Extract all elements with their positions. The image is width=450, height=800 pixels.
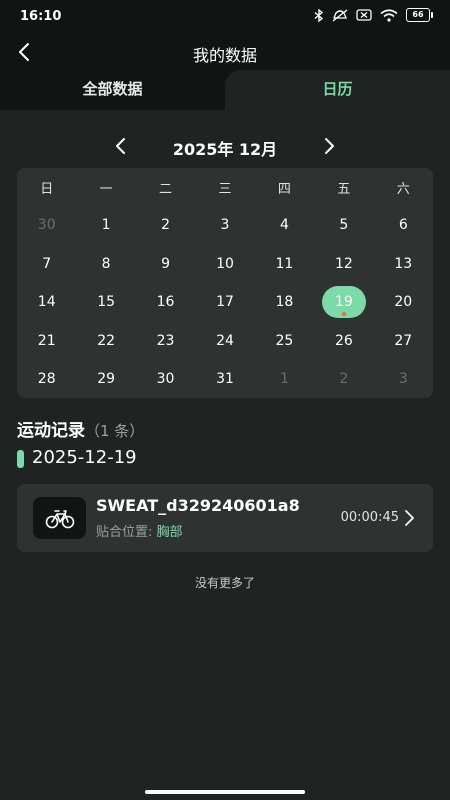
calendar-day[interactable]: 17	[195, 283, 254, 322]
calendar-day[interactable]: 1	[76, 206, 135, 245]
calendar-day[interactable]: 3	[195, 206, 254, 245]
calendar-day[interactable]: 29	[76, 360, 135, 399]
calendar-day[interactable]: 8	[76, 245, 135, 284]
weekday-label: 一	[99, 181, 113, 197]
header: 我的数据	[0, 34, 450, 70]
calendar-day[interactable]: 28	[17, 360, 76, 399]
calendar-day[interactable]: 26	[314, 322, 373, 361]
next-month-button[interactable]	[320, 136, 338, 160]
calendar-day[interactable]: 9	[136, 245, 195, 284]
calendar-grid: 日 一 二 三 四 五 六 30 1 2 3 4 5 6 7 8 9 10 11…	[17, 168, 433, 437]
no-more-text: 没有更多了	[194, 576, 255, 590]
tab-calendar[interactable]: 日历	[225, 70, 450, 110]
tab-all-data[interactable]: 全部数据	[0, 70, 225, 108]
record-name: SWEAT_d329240601a8	[96, 496, 300, 515]
weekday-label: 六	[396, 181, 410, 197]
calendar-day[interactable]: 27	[374, 322, 433, 361]
weekday-label: 三	[218, 181, 232, 197]
records-count: （1 条）	[85, 422, 145, 440]
calendar-day[interactable]: 5	[314, 206, 373, 245]
record-date: 2025-12-19	[32, 447, 137, 468]
month-title: 2025年 12月	[172, 140, 278, 159]
calendar-day[interactable]: 6	[374, 206, 433, 245]
calendar-day[interactable]: 31	[195, 360, 254, 399]
date-marker-bar	[17, 450, 24, 468]
position-label: 贴合位置:	[96, 525, 157, 540]
records-section-title: 运动记录（1 条）	[17, 416, 144, 441]
calendar-day[interactable]: 13	[374, 245, 433, 284]
mute-icon	[332, 8, 348, 22]
calendar-day[interactable]: 22	[76, 322, 135, 361]
calendar-day[interactable]: 4	[255, 206, 314, 245]
bicycle-icon	[45, 510, 74, 529]
calendar-day[interactable]: 20	[374, 283, 433, 322]
weekday-label: 二	[159, 181, 173, 197]
weekday-label: 四	[277, 181, 291, 197]
position-value: 胸部	[156, 525, 183, 540]
home-indicator[interactable]	[145, 790, 305, 794]
weekday-label: 日	[40, 181, 54, 197]
weekday-label: 五	[337, 181, 351, 197]
calendar-day-next-month[interactable]: 3	[374, 360, 433, 399]
calendar-day[interactable]: 25	[255, 322, 314, 361]
calendar-day-next-month[interactable]: 1	[255, 360, 314, 399]
bluetooth-icon	[314, 8, 324, 22]
calendar-day[interactable]: 16	[136, 283, 195, 322]
calendar-day-selected[interactable]: 19	[314, 283, 373, 322]
calendar-day[interactable]: 10	[195, 245, 254, 284]
tab-bar: 全部数据 日历	[0, 70, 450, 110]
calendar-day[interactable]: 2	[136, 206, 195, 245]
record-indicator-dot	[341, 311, 346, 316]
calendar-day[interactable]: 7	[17, 245, 76, 284]
battery-icon: 66	[406, 8, 433, 22]
record-icon-box	[33, 497, 86, 539]
calendar-day[interactable]: 11	[255, 245, 314, 284]
calendar: 日 一 二 三 四 五 六 30 1 2 3 4 5 6 7 8 9 10 11…	[17, 168, 433, 398]
calendar-day[interactable]: 23	[136, 322, 195, 361]
record-position: 贴合位置: 胸部	[96, 521, 183, 540]
record-card[interactable]: SWEAT_d329240601a8 贴合位置: 胸部 00:00:45	[17, 484, 433, 552]
calendar-day[interactable]: 15	[76, 283, 135, 322]
calendar-day[interactable]: 18	[255, 283, 314, 322]
chevron-right-icon	[405, 510, 414, 526]
calendar-day[interactable]: 30	[136, 360, 195, 399]
calendar-day[interactable]: 24	[195, 322, 254, 361]
sim-off-icon	[356, 9, 372, 21]
status-time: 16:10	[20, 9, 62, 24]
status-icons: 66	[314, 8, 433, 22]
calendar-day[interactable]: 14	[17, 283, 76, 322]
calendar-day[interactable]: 12	[314, 245, 373, 284]
calendar-day[interactable]: 21	[17, 322, 76, 361]
wifi-icon	[380, 8, 398, 22]
calendar-day-prev-month[interactable]: 30	[17, 206, 76, 245]
month-navigator: 2025年 12月	[0, 132, 450, 162]
record-duration: 00:00:45	[340, 510, 399, 525]
status-bar: 16:10 66	[0, 0, 450, 34]
records-title: 运动记录	[17, 421, 85, 441]
page-title: 我的数据	[192, 46, 257, 65]
calendar-day-next-month[interactable]: 2	[314, 360, 373, 399]
chevron-right-icon	[325, 138, 334, 154]
